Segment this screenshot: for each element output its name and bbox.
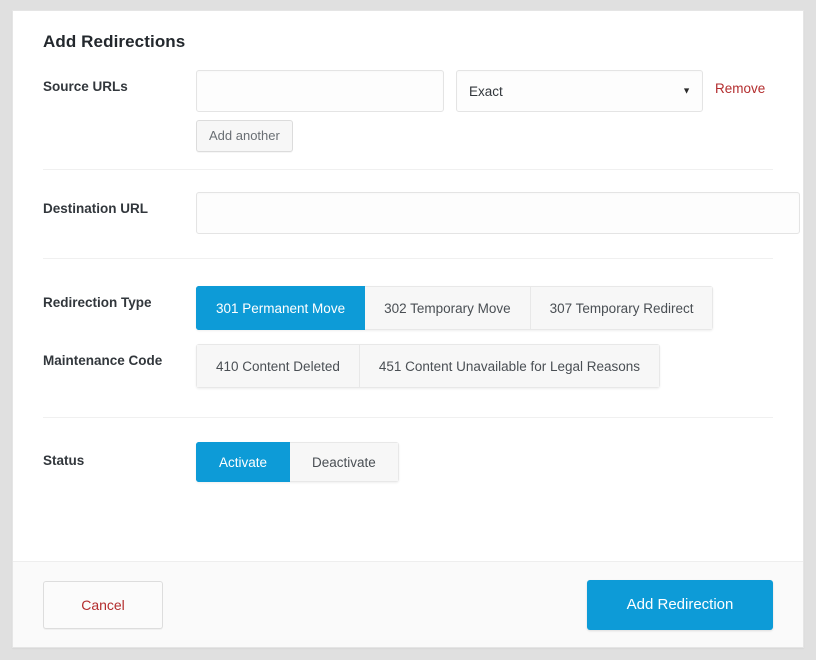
status-row: Status ActivateDeactivate [29,418,787,508]
maintenance-code-option-1[interactable]: 451 Content Unavailable for Legal Reason… [360,344,660,388]
match-type-value: Exact [469,84,503,99]
status-option-1[interactable]: Deactivate [290,442,399,482]
add-another-button[interactable]: Add another [196,120,293,152]
source-urls-label: Source URLs [43,70,196,94]
source-url-input[interactable] [196,70,444,112]
source-urls-row: Source URLs Exact ▼ Remove Add another [29,59,787,169]
card-footer: Cancel Add Redirection [13,561,803,647]
destination-url-input[interactable] [196,192,800,234]
add-redirection-button[interactable]: Add Redirection [587,580,773,630]
status-group: ActivateDeactivate [196,442,399,482]
maintenance-code-option-0[interactable]: 410 Content Deleted [196,344,360,388]
redirection-type-option-2[interactable]: 307 Temporary Redirect [531,286,714,330]
add-redirections-card: Add Redirections Source URLs Exact ▼ Rem… [12,10,804,648]
maintenance-code-label: Maintenance Code [43,336,196,368]
redirection-type-row: Redirection Type 301 Permanent Move302 T… [29,259,787,336]
status-option-0[interactable]: Activate [196,442,290,482]
source-urls-field: Exact ▼ Remove Add another [196,70,787,152]
remove-source-link[interactable]: Remove [715,70,765,96]
card-body: Add Redirections Source URLs Exact ▼ Rem… [13,11,803,561]
destination-url-label: Destination URL [43,192,196,216]
match-type-select[interactable]: Exact ▼ [456,70,703,112]
redirection-type-option-0[interactable]: 301 Permanent Move [196,286,365,330]
maintenance-code-row: Maintenance Code 410 Content Deleted451 … [29,336,787,417]
destination-url-field [196,192,787,234]
maintenance-code-group: 410 Content Deleted451 Content Unavailab… [196,344,660,388]
destination-url-row: Destination URL [29,170,787,258]
redirection-type-option-1[interactable]: 302 Temporary Move [365,286,531,330]
page-title: Add Redirections [29,11,787,52]
chevron-down-icon: ▼ [682,87,691,96]
cancel-button[interactable]: Cancel [43,581,163,629]
redirection-type-field: 301 Permanent Move302 Temporary Move307 … [196,286,787,330]
redirection-type-group: 301 Permanent Move302 Temporary Move307 … [196,286,713,330]
redirection-type-label: Redirection Type [43,286,196,310]
status-label: Status [43,442,196,468]
maintenance-code-field: 410 Content Deleted451 Content Unavailab… [196,336,787,388]
status-field: ActivateDeactivate [196,442,787,482]
